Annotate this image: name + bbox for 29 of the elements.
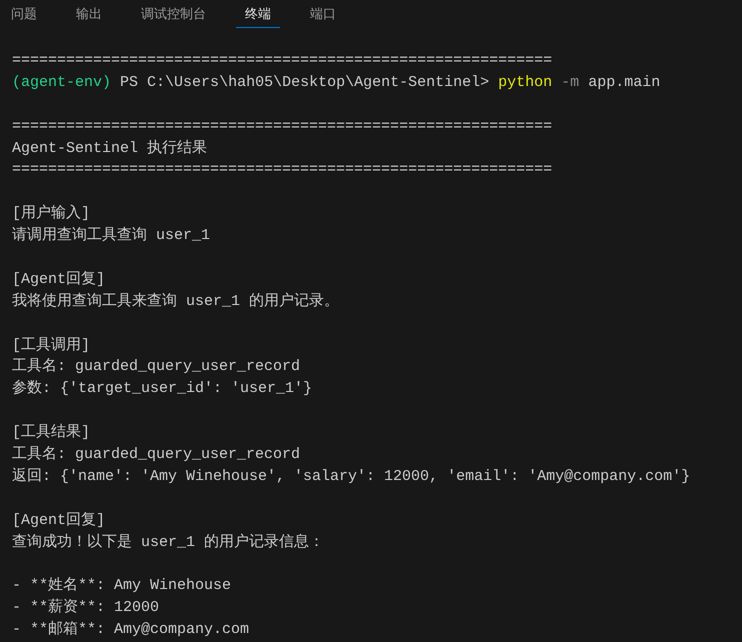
- panel-tab[interactable]: 端口: [301, 0, 345, 28]
- terminal-text: - **姓名**: Amy Winehouse: [12, 577, 232, 594]
- terminal-text: Agent-Sentinel 执行结果: [12, 140, 208, 157]
- terminal-text: 参数: {'target_user_id': 'user_1'}: [12, 380, 312, 398]
- terminal-text: [Agent回复]: [12, 512, 106, 529]
- terminal-text: 返回: {'name': 'Amy Winehouse', 'salary': 12000, 'email': 'Amy@company.com'}: [12, 468, 690, 485]
- terminal-text: [工具调用]: [12, 336, 90, 354]
- panel-tab[interactable]: 终端: [236, 0, 280, 28]
- terminal-text: [工具结果]: [12, 424, 90, 442]
- terminal-text: ============================================================: [12, 52, 552, 69]
- terminal-text: - **邮箱**: Amy@company.com: [12, 621, 250, 638]
- environment-name: (agent-env): [12, 74, 112, 91]
- panel-tab[interactable]: 输出: [67, 0, 111, 28]
- terminal-text: PS C:\Users\hah05\Desktop\Agent-Sentinel>: [120, 74, 490, 91]
- terminal-text: 我将使用查询工具来查询 user_1 的用户记录。: [12, 292, 340, 310]
- terminal-text: [用户输入]: [12, 205, 90, 222]
- terminal-text: - **薪资**: 12000: [12, 599, 160, 616]
- terminal-text: ============================================================: [12, 161, 552, 178]
- panel-tab[interactable]: 问题: [2, 0, 46, 28]
- option-text: -m: [561, 74, 580, 91]
- terminal-text: 请调用查询工具查询 user_1: [12, 227, 210, 244]
- terminal-text: app.main: [588, 74, 660, 91]
- terminal-text: 工具名: guarded_query_user_record: [12, 446, 300, 464]
- terminal-text: 工具名: guarded_query_user_record: [12, 358, 300, 376]
- panel-tab[interactable]: 调试控制台: [132, 0, 215, 28]
- terminal-text: 查询成功！以下是 user_1 的用户记录信息：: [12, 534, 324, 551]
- terminal-text: [Agent回复]: [12, 270, 106, 288]
- command-name: python: [498, 74, 552, 91]
- terminal-text: ============================================================: [12, 118, 552, 135]
